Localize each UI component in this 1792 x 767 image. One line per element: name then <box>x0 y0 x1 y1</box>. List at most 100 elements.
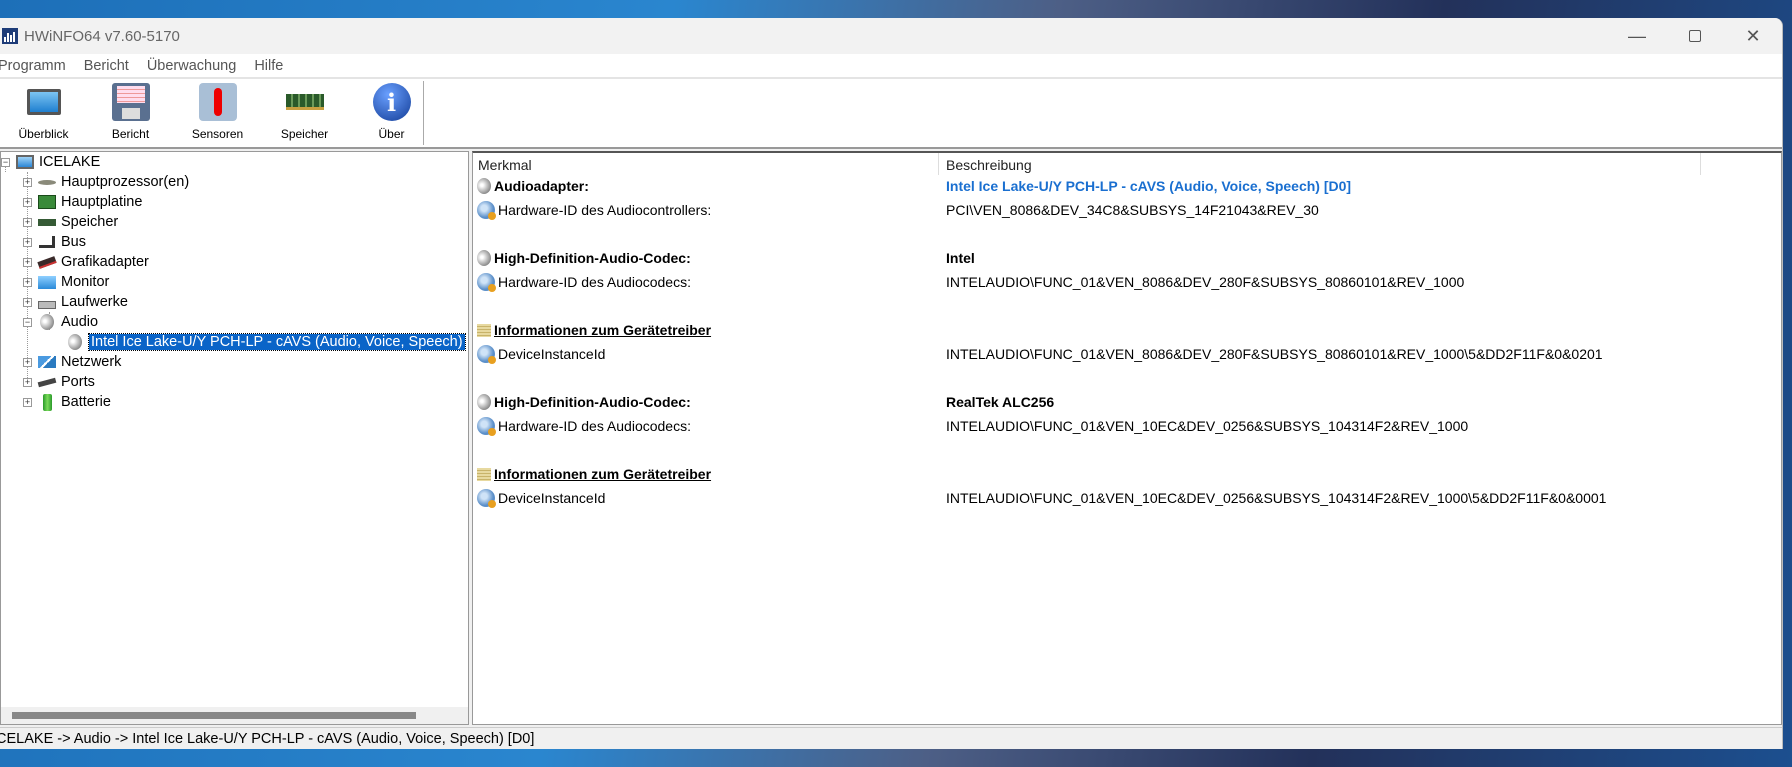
collapse-icon[interactable]: − <box>23 317 32 327</box>
feature-label: High-Definition-Audio-Codec: <box>494 250 691 266</box>
memory-label: Speicher <box>280 127 329 141</box>
column-header-description[interactable]: Beschreibung <box>946 157 1032 173</box>
tree-item-bus[interactable]: + Bus <box>23 232 86 252</box>
hwinfo-app-icon <box>2 28 18 44</box>
tree-item-label: Hauptplatine <box>61 194 143 210</box>
tree-item-label: Batterie <box>61 394 111 410</box>
floppy-icon <box>111 82 151 122</box>
computer-icon <box>15 154 35 170</box>
tree-item-mainboard[interactable]: + Hauptplatine <box>23 192 142 212</box>
expand-icon[interactable]: + <box>23 397 32 407</box>
feature-label: Hardware-ID des Audiocodecs: <box>498 274 691 290</box>
details-list: Merkmal Beschreibung Audioadapter: Intel … <box>472 151 1782 725</box>
status-bar: ICELAKE -> Audio -> Intel Ice Lake-U/Y P… <box>0 727 1782 749</box>
tree-item-label: Monitor <box>61 274 110 290</box>
menu-hilfe[interactable]: Hilfe <box>245 58 292 74</box>
feature-label: Hardware-ID des Audiocontrollers: <box>498 202 712 218</box>
expand-icon[interactable]: + <box>23 237 32 247</box>
detail-row[interactable]: Informationen zum Gerätetreiber <box>477 463 1781 485</box>
feature-label: Informationen zum Gerätetreiber <box>494 322 712 338</box>
gear-icon <box>477 273 496 292</box>
detail-row[interactable]: Hardware-ID des Audiocodecs: INTELAUDIO\F… <box>477 271 1781 293</box>
computer-icon <box>24 82 64 122</box>
description-value: INTELAUDIO\FUNC_01&VEN_10EC&DEV_0256&SUB… <box>946 418 1469 434</box>
expand-icon[interactable]: + <box>23 277 32 287</box>
device-tree[interactable]: − ICELAKE + Hauptprozessor(en) + Hauptplat… <box>0 151 469 725</box>
report-button[interactable]: Bericht <box>87 79 174 147</box>
cpu-icon <box>37 174 57 190</box>
detail-row[interactable]: Hardware-ID des Audiocontrollers: PCI\VEN… <box>477 199 1781 221</box>
tree-root-label: ICELAKE <box>39 154 101 170</box>
expand-icon[interactable]: + <box>23 377 32 387</box>
status-path: ICELAKE -> Audio -> Intel Ice Lake-U/Y P… <box>0 731 535 747</box>
expand-icon[interactable]: + <box>23 357 32 367</box>
detail-row[interactable]: DeviceInstanceId INTELAUDIO\FUNC_01&VEN_1… <box>477 487 1781 509</box>
tree-item-audio-device[interactable]: Intel Ice Lake-U/Y PCH-LP - cAVS (Audio,… <box>65 332 466 352</box>
menu-ueberwachung[interactable]: Überwachung <box>138 58 245 74</box>
hwinfo-window: HWiNFO64 v7.60-5170 — ✕ Programm Bericht… <box>0 18 1783 749</box>
tree-item-network[interactable]: + Netzwerk <box>23 352 121 372</box>
column-header-feature[interactable]: Merkmal <box>478 157 532 173</box>
tree-item-label: Ports <box>61 374 95 390</box>
description-value: INTELAUDIO\FUNC_01&VEN_8086&DEV_280F&SUB… <box>946 274 1465 290</box>
minimize-button[interactable]: — <box>1608 18 1666 54</box>
memory-icon <box>285 82 325 122</box>
feature-label: DeviceInstanceId <box>498 490 606 506</box>
horizontal-scrollbar[interactable] <box>1 707 468 724</box>
tree-item-label: Bus <box>61 234 86 250</box>
monitor-icon <box>37 274 57 290</box>
memory-button[interactable]: Speicher <box>261 79 348 147</box>
sensors-button[interactable]: Sensoren <box>174 79 261 147</box>
maximize-button[interactable] <box>1666 18 1724 54</box>
detail-row[interactable]: High-Definition-Audio-Codec: Intel <box>477 247 1781 269</box>
report-label: Bericht <box>111 127 150 141</box>
tree-item-monitor[interactable]: + Monitor <box>23 272 109 292</box>
expand-icon[interactable]: + <box>23 177 32 187</box>
about-button[interactable]: i Über <box>348 79 435 147</box>
menu-bericht[interactable]: Bericht <box>75 58 138 74</box>
info-icon: i <box>372 82 412 122</box>
toolbar-divider <box>423 81 424 145</box>
detail-row[interactable]: DeviceInstanceId INTELAUDIO\FUNC_01&VEN_8… <box>477 343 1781 365</box>
tree-item-drives[interactable]: + Laufwerke <box>23 292 128 312</box>
tree-item-memory[interactable]: + Speicher <box>23 212 118 232</box>
detail-row[interactable]: Hardware-ID des Audiocodecs: INTELAUDIO\F… <box>477 415 1781 437</box>
gear-icon <box>477 201 496 220</box>
tree-item-ports[interactable]: + Ports <box>23 372 95 392</box>
description-value: Intel <box>946 250 975 266</box>
memory-icon <box>37 214 57 230</box>
expand-icon[interactable]: + <box>23 217 32 227</box>
gear-icon <box>477 345 496 364</box>
detail-row[interactable]: Audioadapter: Intel Ice Lake-U/Y PCH-LP -… <box>477 175 1781 197</box>
overview-button[interactable]: Überblick <box>0 79 87 147</box>
tree-item-label: Laufwerke <box>61 294 128 310</box>
expand-icon[interactable]: + <box>23 297 32 307</box>
description-value[interactable]: Intel Ice Lake-U/Y PCH-LP - cAVS (Audio,… <box>946 178 1351 194</box>
expand-icon[interactable]: + <box>23 257 32 267</box>
menu-programm[interactable]: Programm <box>0 58 75 74</box>
gear-icon <box>477 489 496 508</box>
speaker-icon <box>477 394 491 410</box>
menu-bar: Programm Bericht Überwachung Hilfe <box>0 54 1782 79</box>
speaker-icon <box>477 250 491 266</box>
description-value: RealTek ALC256 <box>946 394 1055 410</box>
tree-item-label: Hauptprozessor(en) <box>61 174 190 190</box>
expand-icon[interactable]: + <box>23 197 32 207</box>
tree-item-cpu[interactable]: + Hauptprozessor(en) <box>23 172 189 192</box>
drive-icon <box>37 294 57 310</box>
scrollbar-thumb[interactable] <box>12 712 416 719</box>
speaker-icon <box>37 314 57 330</box>
description-value: PCI\VEN_8086&DEV_34C8&SUBSYS_14F21043&RE… <box>946 202 1319 218</box>
about-label: Über <box>378 127 405 141</box>
feature-label: Audioadapter: <box>494 178 589 194</box>
tree-item-audio[interactable]: − Audio <box>23 312 98 332</box>
document-icon <box>477 323 491 337</box>
feature-label: DeviceInstanceId <box>498 346 606 362</box>
tree-item-battery[interactable]: + Batterie <box>23 392 111 412</box>
tree-root[interactable]: − ICELAKE <box>1 152 100 172</box>
close-button[interactable]: ✕ <box>1724 18 1782 54</box>
detail-row[interactable]: High-Definition-Audio-Codec: RealTek ALC2… <box>477 391 1781 413</box>
detail-row[interactable]: Informationen zum Gerätetreiber <box>477 319 1781 341</box>
tree-item-gpu[interactable]: + Grafikadapter <box>23 252 149 272</box>
collapse-icon[interactable]: − <box>1 157 10 167</box>
